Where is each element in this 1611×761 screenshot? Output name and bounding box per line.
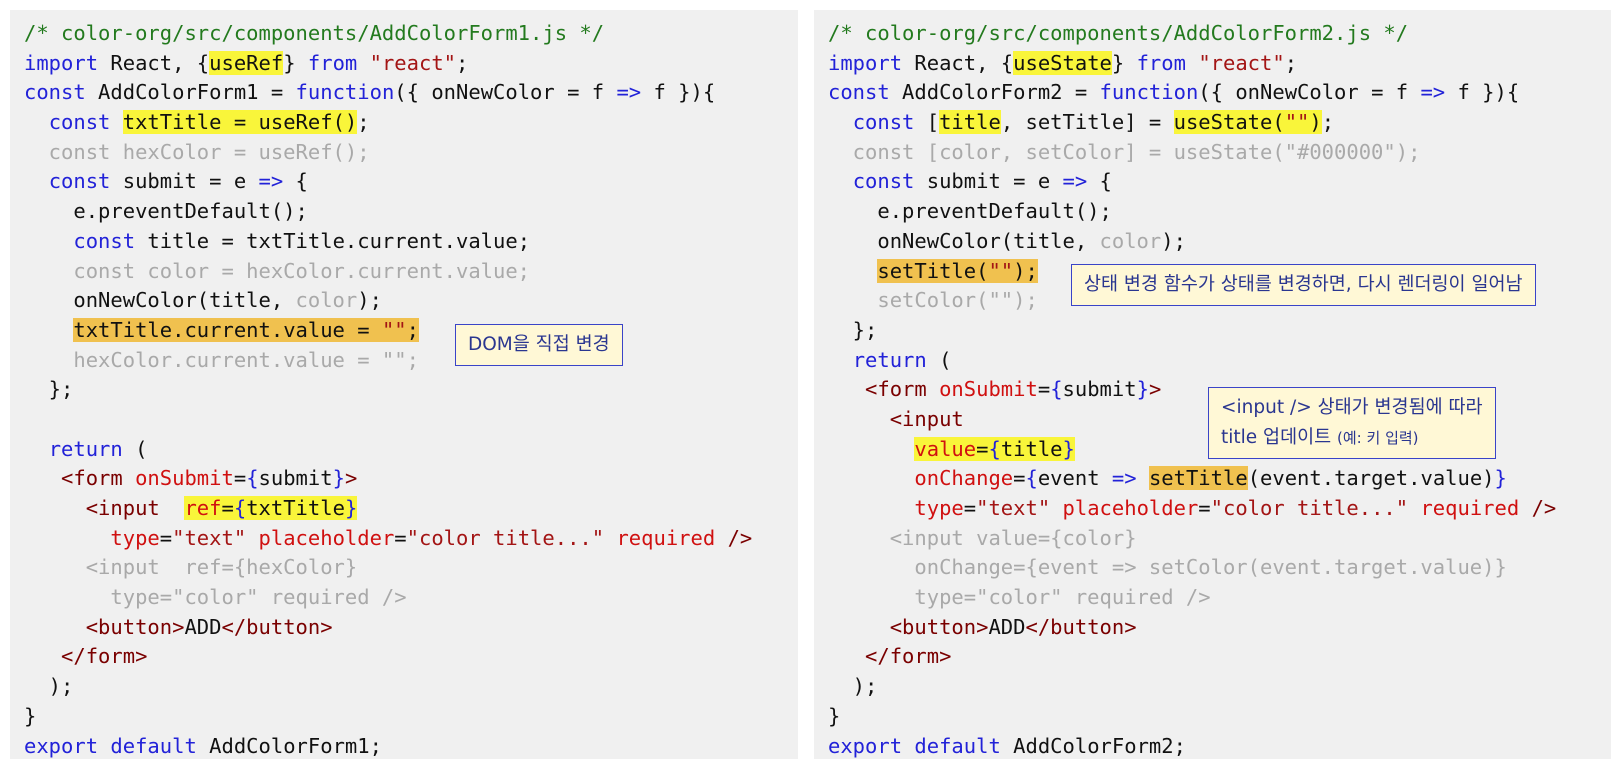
code-line: type="text" placeholder="color title..."…	[828, 494, 1556, 524]
code-line: e.preventDefault();	[24, 197, 752, 227]
code-line-blank	[24, 405, 752, 435]
code-line: const AddColorForm2 = function({ onNewCo…	[828, 78, 1556, 108]
code-line: }	[828, 702, 1556, 732]
code-line: import React, {useRef} from "react";	[24, 49, 752, 79]
code-line-dimmed: const [color, setColor] = useState("#000…	[828, 138, 1556, 168]
code-line-highlighted: <input ref={txtTitle}	[24, 494, 752, 524]
code-line: };	[828, 316, 1556, 346]
annotation-text-line2: title 업데이트 (예: 키 입력)	[1221, 423, 1483, 453]
code-block-left: /* color-org/src/components/AddColorForm…	[24, 19, 752, 761]
code-line: e.preventDefault();	[828, 197, 1556, 227]
annotation-text: DOM을 직접 변경	[468, 334, 610, 355]
code-line: const title = txtTitle.current.value;	[24, 227, 752, 257]
code-line: <form onSubmit={submit}>	[24, 464, 752, 494]
annotation-text-main: title 업데이트	[1221, 427, 1331, 448]
annotation-text-line1: <input /> 상태가 변경됨에 따라	[1221, 393, 1483, 423]
code-line: const submit = e => {	[24, 167, 752, 197]
code-line-highlighted: const [title, setTitle] = useState("");	[828, 108, 1556, 138]
code-line: </form>	[828, 642, 1556, 672]
code-line: <button>ADD</button>	[24, 613, 752, 643]
code-line: return (	[828, 346, 1556, 376]
code-line-dimmed: onChange={event => setColor(event.target…	[828, 553, 1556, 583]
code-line-dimmed: type="color" required />	[24, 583, 752, 613]
annotation-dom-direct-change: DOM을 직접 변경	[455, 324, 623, 366]
code-line: );	[24, 672, 752, 702]
annotation-text-example: (예: 키 입력)	[1337, 429, 1419, 447]
code-line-dimmed: const color = hexColor.current.value;	[24, 257, 752, 287]
code-line: );	[828, 672, 1556, 702]
code-line: const AddColorForm1 = function({ onNewCo…	[24, 78, 752, 108]
code-line: }	[24, 702, 752, 732]
code-line-highlighted: txtTitle.current.value = "";	[24, 316, 752, 346]
code-line: </form>	[24, 642, 752, 672]
code-line: onNewColor(title, color);	[828, 227, 1556, 257]
file-path-comment: /* color-org/src/components/AddColorForm…	[24, 19, 752, 49]
code-line-dimmed: <input value={color}	[828, 524, 1556, 554]
code-panel-addcolorform2: /* color-org/src/components/AddColorForm…	[814, 10, 1611, 759]
code-line-dimmed: const hexColor = useRef();	[24, 138, 752, 168]
code-line-dimmed: type="color" required />	[828, 583, 1556, 613]
code-line: export default AddColorForm2;	[828, 732, 1556, 761]
code-line: import React, {useState} from "react";	[828, 49, 1556, 79]
code-line-highlighted: const txtTitle = useRef();	[24, 108, 752, 138]
file-path-comment: /* color-org/src/components/AddColorForm…	[828, 19, 1556, 49]
code-line: const submit = e => {	[828, 167, 1556, 197]
annotation-text: 상태 변경 함수가 상태를 변경하면, 다시 렌더링이 일어남	[1084, 274, 1523, 295]
code-line: return (	[24, 435, 752, 465]
code-line-dimmed: hexColor.current.value = "";	[24, 346, 752, 376]
code-line: type="text" placeholder="color title..."…	[24, 524, 752, 554]
code-line: export default AddColorForm1;	[24, 732, 752, 761]
code-panel-addcolorform1: /* color-org/src/components/AddColorForm…	[10, 10, 798, 759]
code-line: <button>ADD</button>	[828, 613, 1556, 643]
annotation-rerender-on-state-change: 상태 변경 함수가 상태를 변경하면, 다시 렌더링이 일어남	[1071, 264, 1536, 306]
annotation-input-state-update: <input /> 상태가 변경됨에 따라 title 업데이트 (예: 키 입…	[1208, 387, 1496, 459]
code-line-highlighted: onChange={event => setTitle(event.target…	[828, 464, 1556, 494]
code-line: };	[24, 375, 752, 405]
code-line-dimmed: <input ref={hexColor}	[24, 553, 752, 583]
code-line: onNewColor(title, color);	[24, 286, 752, 316]
